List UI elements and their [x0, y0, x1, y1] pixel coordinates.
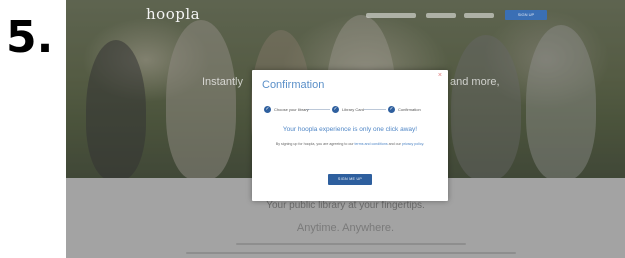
dialog-title: Confirmation [262, 79, 325, 91]
body-mid: and our [387, 142, 402, 146]
dialog-body-text: By signing up for hoopla, you are agreei… [270, 142, 430, 147]
browser-screenshot: hoopla SIGN UP Instantly and more, Your … [66, 0, 625, 258]
sign-me-up-button[interactable]: SIGN ME UP [328, 174, 372, 185]
step-label: Library Card [342, 107, 365, 112]
nav-link[interactable] [366, 13, 416, 18]
hero-text-left: Instantly [202, 76, 243, 88]
terms-link[interactable]: terms and conditions [355, 142, 388, 146]
dialog-headline: Your hoopla experience is only one click… [282, 126, 418, 133]
step-connector [364, 109, 386, 110]
progress-steps: ✓ Choose your library ✓ Library Card ✓ C… [252, 105, 448, 115]
step-label: Confirmation [398, 107, 421, 112]
body-text-line [186, 252, 516, 254]
subline: Anytime. Anywhere. [296, 222, 395, 234]
step-check-icon: ✓ [264, 106, 271, 113]
step-connector [306, 109, 330, 110]
site-header: hoopla SIGN UP [66, 0, 625, 30]
body-text-line [236, 243, 466, 245]
step-check-icon: ✓ [388, 106, 395, 113]
nav-link[interactable] [426, 13, 456, 18]
header-signup-button[interactable]: SIGN UP [505, 10, 547, 20]
privacy-link[interactable]: privacy policy [402, 142, 423, 146]
tagline: Your public library at your fingertips. [266, 200, 425, 211]
step-label: Choose your library [274, 107, 309, 112]
step-check-icon: ✓ [332, 106, 339, 113]
step-number: 5. [6, 12, 54, 63]
body-suffix: . [423, 142, 425, 146]
confirmation-dialog: Confirmation × ✓ Choose your library ✓ L… [252, 70, 448, 201]
body-prefix: By signing up for hoopla, you are agreei… [275, 142, 355, 146]
nav-link[interactable] [464, 13, 494, 18]
hero-text-right: and more, [450, 76, 500, 88]
hoopla-logo[interactable]: hoopla [146, 5, 200, 23]
close-icon[interactable]: × [438, 72, 442, 79]
